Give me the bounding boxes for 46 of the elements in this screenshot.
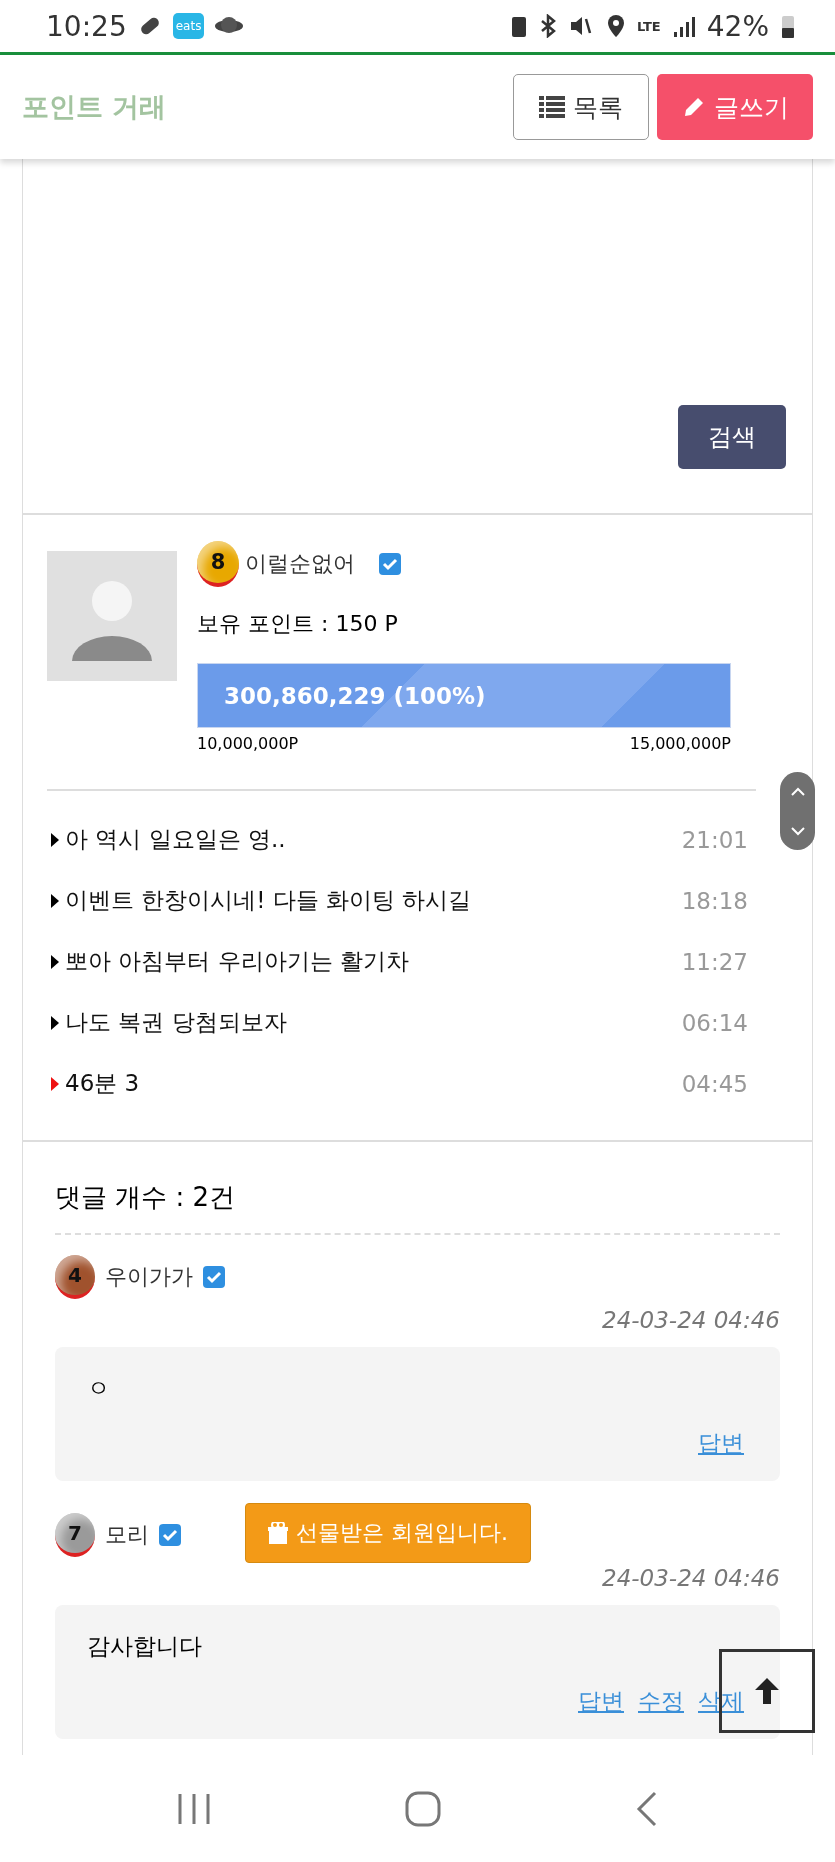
list-icon	[539, 96, 565, 118]
comment-box: ㅇ 답변	[55, 1347, 780, 1481]
post-time: 06:14	[681, 1009, 748, 1036]
clock: 10:25	[46, 9, 127, 43]
app-badge: eats	[172, 13, 205, 39]
signal-icon	[672, 14, 695, 38]
level-badge: 4	[55, 1255, 95, 1299]
comment-author: 모리	[105, 1521, 149, 1549]
post-link[interactable]: 뽀아 아침부터 우리아기는 활기차	[65, 946, 409, 977]
tooltip: 선물받은 회원입니다.	[245, 1503, 531, 1563]
location-icon	[606, 14, 625, 38]
progress-label: 300,860,229 (100%)	[224, 682, 486, 709]
verified-icon	[203, 1266, 225, 1288]
post-link[interactable]: 아 역시 일요일은 영..	[65, 824, 286, 855]
comment-date: 24-03-24 04:46	[601, 1307, 780, 1333]
verified-icon	[159, 1524, 181, 1546]
user-name: 이럴순없어	[245, 550, 355, 578]
verified-icon	[379, 553, 401, 575]
recent-apps-icon[interactable]	[177, 1791, 212, 1826]
network-type: LTE	[636, 18, 661, 34]
post-time: 11:27	[681, 948, 748, 975]
search-button[interactable]: 검색	[678, 405, 786, 469]
points-text: 보유 포인트 : 150 P	[197, 610, 399, 638]
comment-author: 우이가가	[105, 1263, 193, 1291]
gift-icon	[268, 1522, 288, 1544]
comment-count: 댓글 개수 : 2건	[55, 1180, 780, 1235]
level-badge: 7	[55, 1513, 95, 1557]
post-time: 18:18	[681, 887, 748, 914]
post-time: 04:45	[681, 1070, 748, 1097]
post-link[interactable]: 이벤트 한창이시네! 다들 화이팅 하시길	[65, 885, 472, 916]
comment-date: 24-03-24 04:46	[601, 1565, 780, 1591]
battery-saver-icon	[510, 14, 527, 38]
post-time: 21:01	[681, 826, 748, 853]
page-title: 포인트 거래	[22, 90, 167, 124]
home-icon[interactable]	[405, 1790, 442, 1827]
level-badge: 8	[197, 541, 239, 587]
scroll-handle[interactable]	[780, 772, 815, 850]
max-label: 15,000,000P	[629, 734, 731, 753]
back-icon[interactable]	[635, 1790, 658, 1827]
post-link[interactable]: 나도 복권 당첨되보자	[65, 1007, 287, 1038]
list-button[interactable]: 목록	[513, 74, 649, 140]
post-link[interactable]: 46분 3	[65, 1068, 140, 1099]
arrow-up-icon	[753, 1676, 781, 1706]
battery-percent: 42%	[706, 9, 769, 43]
battery-icon	[781, 13, 795, 39]
min-label: 10,000,000P	[197, 734, 299, 753]
